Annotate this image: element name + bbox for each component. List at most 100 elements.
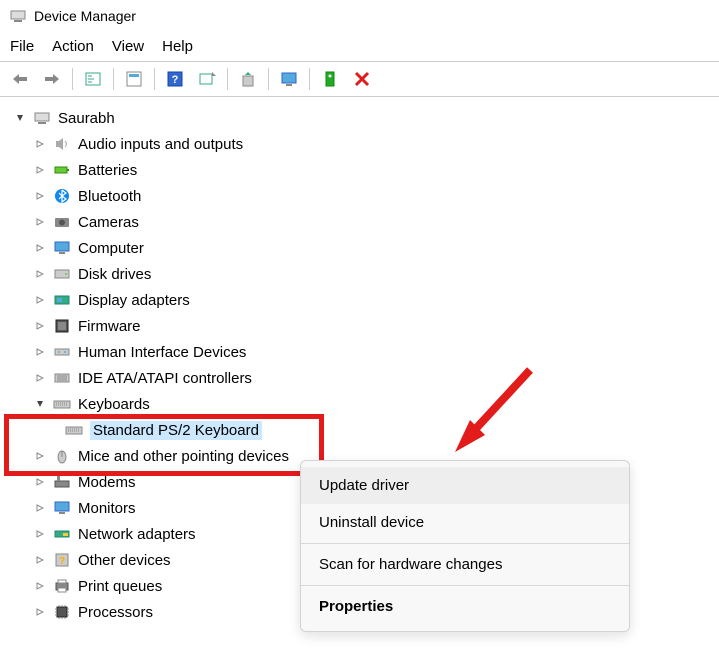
modem-icon: [52, 472, 72, 492]
camera-icon: [52, 212, 72, 232]
chevron-right-icon[interactable]: [32, 578, 48, 594]
chevron-right-icon[interactable]: [32, 318, 48, 334]
svg-text:?: ?: [172, 74, 179, 86]
tree-item-label: Computer: [78, 240, 144, 257]
context-scan-hardware[interactable]: Scan for hardware changes: [301, 546, 629, 583]
tree-item-display-adapters[interactable]: Display adapters: [4, 287, 715, 313]
chevron-right-icon[interactable]: [32, 500, 48, 516]
window-title: Device Manager: [34, 8, 136, 24]
keyboard-icon: [64, 420, 84, 440]
computer-icon: [32, 108, 52, 128]
tree-item-label: Audio inputs and outputs: [78, 136, 243, 153]
tree-item-label: Other devices: [78, 552, 171, 569]
tree-item-disk-drives[interactable]: Disk drives: [4, 261, 715, 287]
tree-root-label: Saurabh: [58, 110, 115, 127]
chevron-down-icon[interactable]: [32, 396, 48, 412]
menu-view[interactable]: View: [112, 38, 144, 55]
tree-item-hid[interactable]: Human Interface Devices: [4, 339, 715, 365]
menu-file[interactable]: File: [10, 38, 34, 55]
tree-item-standard-keyboard[interactable]: Standard PS/2 Keyboard: [4, 417, 715, 443]
context-properties[interactable]: Properties: [301, 588, 629, 625]
scan-button[interactable]: [193, 66, 221, 92]
device-button[interactable]: [316, 66, 344, 92]
tree-item-computer[interactable]: Computer: [4, 235, 715, 261]
bluetooth-icon: [52, 186, 72, 206]
tree-item-audio[interactable]: Audio inputs and outputs: [4, 131, 715, 157]
tree-item-label: Network adapters: [78, 526, 196, 543]
tree-item-batteries[interactable]: Batteries: [4, 157, 715, 183]
tree-item-ide[interactable]: IDE ATA/ATAPI controllers: [4, 365, 715, 391]
device-manager-icon: [10, 8, 26, 24]
chevron-right-icon[interactable]: [32, 240, 48, 256]
monitor-button[interactable]: [275, 66, 303, 92]
toolbar-separator: [72, 68, 73, 90]
chevron-right-icon[interactable]: [32, 370, 48, 386]
tree-item-label: Firmware: [78, 318, 141, 335]
monitor-icon: [52, 238, 72, 258]
context-item-label: Properties: [319, 598, 393, 615]
forward-button[interactable]: [38, 66, 66, 92]
toolbar-separator: [113, 68, 114, 90]
show-hidden-button[interactable]: [79, 66, 107, 92]
battery-icon: [52, 160, 72, 180]
tree-item-firmware[interactable]: Firmware: [4, 313, 715, 339]
context-uninstall-device[interactable]: Uninstall device: [301, 504, 629, 541]
network-icon: [52, 524, 72, 544]
hid-icon: [52, 342, 72, 362]
help-button[interactable]: ?: [161, 66, 189, 92]
back-button[interactable]: [6, 66, 34, 92]
toolbar-separator: [227, 68, 228, 90]
chevron-right-icon[interactable]: [32, 292, 48, 308]
firmware-icon: [52, 316, 72, 336]
chevron-right-icon[interactable]: [32, 526, 48, 542]
tree-item-label: Keyboards: [78, 396, 150, 413]
context-item-label: Scan for hardware changes: [319, 556, 502, 573]
chevron-down-icon[interactable]: [12, 110, 28, 126]
chevron-right-icon[interactable]: [32, 604, 48, 620]
toolbar: ?: [0, 62, 719, 97]
mouse-icon: [52, 446, 72, 466]
toolbar-separator: [268, 68, 269, 90]
menu-action[interactable]: Action: [52, 38, 94, 55]
other-device-icon: ?: [52, 550, 72, 570]
keyboard-icon: [52, 394, 72, 414]
tree-item-bluetooth[interactable]: Bluetooth: [4, 183, 715, 209]
tree-item-label: Mice and other pointing devices: [78, 448, 289, 465]
menu-bar: File Action View Help: [0, 32, 719, 61]
disk-icon: [52, 264, 72, 284]
menu-help[interactable]: Help: [162, 38, 193, 55]
context-separator: [301, 585, 629, 586]
context-item-label: Uninstall device: [319, 514, 424, 531]
ide-icon: [52, 368, 72, 388]
chevron-right-icon[interactable]: [32, 188, 48, 204]
chevron-right-icon[interactable]: [32, 266, 48, 282]
tree-item-label: Bluetooth: [78, 188, 141, 205]
context-update-driver[interactable]: Update driver: [301, 467, 629, 504]
tree-item-keyboards[interactable]: Keyboards: [4, 391, 715, 417]
tree-item-label: Human Interface Devices: [78, 344, 246, 361]
tree-item-label: IDE ATA/ATAPI controllers: [78, 370, 252, 387]
chevron-right-icon[interactable]: [32, 162, 48, 178]
tree-item-label: Processors: [78, 604, 153, 621]
context-menu: Update driver Uninstall device Scan for …: [300, 460, 630, 632]
chevron-right-icon[interactable]: [32, 136, 48, 152]
context-item-label: Update driver: [319, 477, 409, 494]
speaker-icon: [52, 134, 72, 154]
properties-button[interactable]: [120, 66, 148, 92]
chevron-right-icon[interactable]: [32, 214, 48, 230]
chevron-right-icon[interactable]: [32, 474, 48, 490]
context-separator: [301, 543, 629, 544]
chevron-right-icon[interactable]: [32, 552, 48, 568]
uninstall-button[interactable]: [348, 66, 376, 92]
toolbar-separator: [154, 68, 155, 90]
chevron-right-icon[interactable]: [32, 344, 48, 360]
update-driver-button[interactable]: [234, 66, 262, 92]
display-adapter-icon: [52, 290, 72, 310]
printer-icon: [52, 576, 72, 596]
tree-root[interactable]: Saurabh: [4, 105, 715, 131]
chevron-right-icon[interactable]: [32, 448, 48, 464]
tree-item-cameras[interactable]: Cameras: [4, 209, 715, 235]
tree-item-label: Display adapters: [78, 292, 190, 309]
monitor-icon: [52, 498, 72, 518]
tree-item-label: Disk drives: [78, 266, 151, 283]
